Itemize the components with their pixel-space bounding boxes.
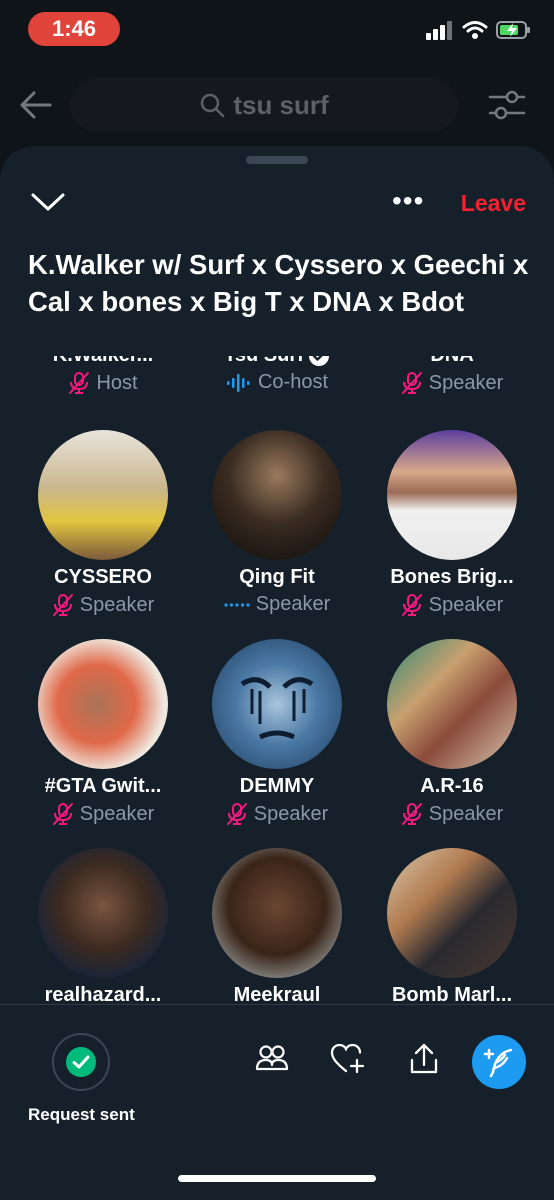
participant-5[interactable]: Bones Brig... Speaker [362,430,542,617]
status-icons [426,20,532,40]
check-circle-icon [66,1047,96,1077]
participant-role: Speaker [52,802,154,826]
participant-name: DEMMY [239,775,315,797]
participant-7[interactable]: DEMMY Speaker [187,639,367,826]
muted-mic-icon [401,803,422,825]
avatar [212,430,342,560]
muted-mic-icon [52,594,73,616]
space-title: K.Walker w/ Surf x Cyssero x Geechi x Ca… [28,249,529,317]
people-icon[interactable] [255,1043,289,1073]
participant-name: Qing Fit [239,566,315,588]
share-icon[interactable] [409,1043,439,1075]
home-indicator [178,1175,376,1182]
avatar [387,639,517,769]
participant-8[interactable]: A.R-16 Speaker [362,639,542,826]
participant-6[interactable]: #GTA Gwit... Speaker [13,639,193,826]
filter-icon[interactable] [488,88,526,122]
status-bar: 1:46 [0,0,554,60]
sheet-grabber[interactable] [246,156,308,164]
search-icon [201,93,225,118]
avatar [212,639,342,769]
participant-role: Speaker [226,802,328,826]
avatar [38,848,168,978]
participant-name: A.R-16 [420,775,484,797]
participant-role: Speaker [52,593,154,617]
back-arrow-icon[interactable] [18,90,52,120]
leave-button[interactable]: Leave [461,190,526,217]
participants-grid: K.Walker... Host Tsu Surf [0,356,554,1006]
participant-role: Host [68,371,138,395]
search-header: tsu surf [0,70,554,140]
verified-badge-icon [308,356,329,366]
more-options-icon[interactable]: ••• [392,186,424,216]
muted-mic-icon [401,372,422,394]
muted-mic-icon [226,803,247,825]
participant-name: Meekraul [233,984,321,1006]
participant-role: Speaker [401,593,503,617]
participant-name: DNA [430,356,473,367]
battery-charging-icon [496,21,530,39]
participant-10[interactable]: Meekraul [187,848,367,1006]
participant-3[interactable]: CYSSERO Speaker [13,430,193,617]
heart-plus-icon[interactable] [330,1043,366,1075]
avatar [387,430,517,560]
signal-icon [426,21,452,40]
participant-role: Speaker [224,593,330,616]
participant-name: Bomb Marl... [391,984,512,1006]
avatar [38,430,168,560]
avatar [38,639,168,769]
compose-feather-icon [483,1048,513,1078]
search-query: tsu surf [233,89,329,120]
status-time: 1:46 [28,12,120,46]
avatar-art [240,677,314,740]
avatar [387,848,517,978]
participant-name: #GTA Gwit... [44,775,162,797]
bottom-bar: Request sent [0,1004,554,1200]
participant-2[interactable]: DNA Speaker [362,356,542,395]
participant-name: Tsu Surf [224,356,330,367]
participant-1[interactable]: Tsu Surf Co-host [187,356,367,394]
participant-9[interactable]: realhazard... [13,848,193,1006]
participant-role: Speaker [401,802,503,826]
wifi-icon [462,21,488,39]
compose-tweet-button[interactable] [472,1035,526,1089]
participant-11[interactable]: Bomb Marl... [362,848,542,1006]
dots-icon [224,602,250,607]
search-input[interactable]: tsu surf [70,78,458,132]
avatar [212,848,342,978]
muted-mic-icon [52,803,73,825]
participant-role: Speaker [401,371,503,395]
participant-role: Co-host [226,371,328,394]
participant-name: realhazard... [44,984,162,1006]
participant-name: K.Walker... [53,356,153,367]
participant-0[interactable]: K.Walker... Host [13,356,193,395]
participant-name: Bones Brig... [390,566,514,588]
request-status-button[interactable] [52,1033,110,1091]
chevron-down-icon[interactable] [30,190,66,214]
request-status-label: Request sent [28,1105,135,1124]
participant-name: CYSSERO [54,566,152,588]
participant-4[interactable]: Qing Fit Speaker [187,430,367,616]
speaking-wave-icon [226,373,250,392]
muted-mic-icon [401,594,422,616]
muted-mic-icon [69,372,90,394]
